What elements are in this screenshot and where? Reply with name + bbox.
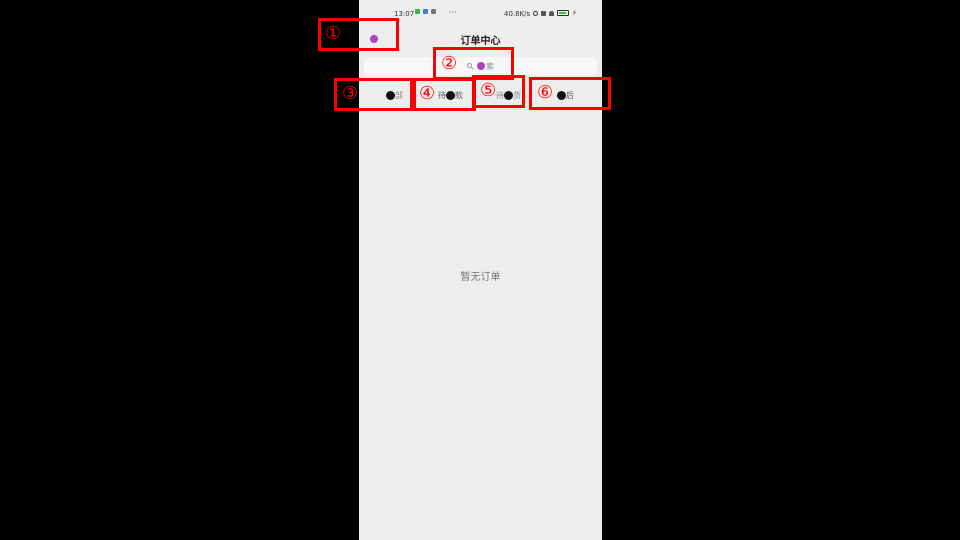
- signal-icon: [541, 10, 546, 16]
- status-time: 13:07: [394, 10, 415, 18]
- annotation-number-4: ④: [419, 83, 436, 104]
- app-notification-icon: [423, 9, 428, 14]
- network-speed: 40.8K/s: [504, 10, 531, 18]
- charging-icon: ⚡: [572, 9, 577, 17]
- annotation-number-5: ⑤: [480, 80, 497, 101]
- system-icons: ⚡: [533, 9, 577, 17]
- annotation-number-1: ①: [325, 23, 342, 44]
- battery-icon: [557, 10, 569, 16]
- notification-icons: [415, 9, 436, 14]
- more-notifications-icon: ···: [449, 8, 457, 17]
- alarm-icon: [533, 10, 538, 16]
- wifi-icon: [549, 10, 554, 16]
- empty-state-text: 暂无订单: [460, 272, 501, 283]
- app-notification-icon: [431, 9, 436, 14]
- annotation-number-6: ⑥: [537, 82, 554, 103]
- annotation-number-3: ③: [342, 83, 359, 104]
- annotation-number-2: ②: [441, 53, 458, 74]
- app-notification-icon: [415, 9, 420, 14]
